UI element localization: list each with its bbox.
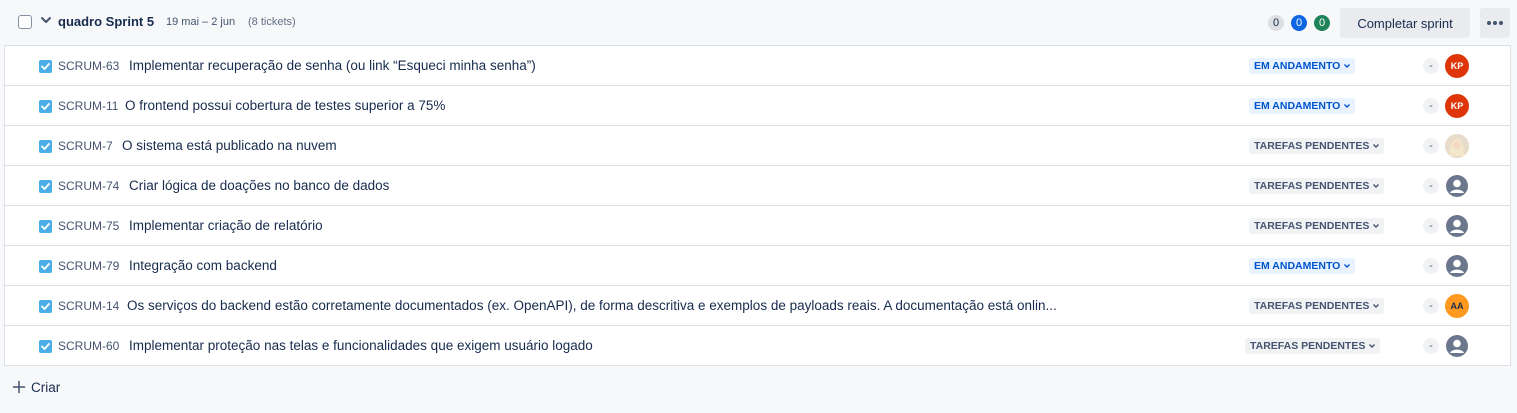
more-actions-button[interactable]	[1480, 8, 1510, 38]
chevron-down-icon	[1373, 144, 1380, 148]
status-dropdown[interactable]: TAREFAS PENDENTES	[1249, 218, 1385, 234]
story-points-badge[interactable]: -	[1423, 218, 1439, 234]
story-checkbox-icon	[39, 220, 52, 233]
issue-key[interactable]: SCRUM-74	[58, 179, 119, 193]
unassigned-avatar-icon[interactable]	[1445, 254, 1469, 278]
more-horizontal-icon	[1487, 21, 1503, 25]
status-label: TAREFAS PENDENTES	[1250, 340, 1366, 352]
issue-summary[interactable]: Criar lógica de doações no banco de dado…	[129, 178, 389, 193]
story-checkbox-icon	[39, 140, 52, 153]
in-progress-count-badge: 0	[1291, 15, 1307, 31]
chevron-down-icon	[1373, 224, 1380, 228]
story-checkbox-icon	[39, 180, 52, 193]
plus-icon	[12, 380, 26, 394]
story-checkbox-icon	[39, 340, 52, 353]
issue-row[interactable]: SCRUM-75 Implementar criação de relatóri…	[5, 206, 1510, 246]
issue-summary[interactable]: Implementar proteção nas telas e funcion…	[129, 338, 593, 353]
chevron-down-icon[interactable]	[40, 14, 52, 26]
assignee-avatar[interactable]: KP	[1445, 54, 1469, 78]
chevron-down-icon	[1369, 344, 1376, 348]
story-checkbox-icon	[39, 260, 52, 273]
issue-key[interactable]: SCRUM-14	[58, 299, 119, 313]
unassigned-avatar-icon[interactable]	[1445, 334, 1469, 358]
status-label: EM ANDAMENTO	[1254, 60, 1341, 72]
chevron-down-icon	[1344, 64, 1351, 68]
done-count-badge: 0	[1314, 15, 1330, 31]
assignee-avatar[interactable]: AA	[1445, 294, 1469, 318]
issue-key[interactable]: SCRUM-11	[58, 99, 118, 113]
issue-summary[interactable]: O frontend possui cobertura de testes su…	[125, 98, 445, 113]
status-dropdown[interactable]: EM ANDAMENTO	[1249, 58, 1356, 74]
sprint-name[interactable]: quadro Sprint 5	[58, 14, 154, 29]
unassigned-avatar-icon[interactable]	[1445, 214, 1469, 238]
story-points-badge[interactable]: -	[1423, 298, 1439, 314]
story-checkbox-icon	[39, 300, 52, 313]
assignee-avatar[interactable]: KP	[1445, 94, 1469, 118]
complete-sprint-button[interactable]: Completar sprint	[1340, 8, 1470, 38]
story-checkbox-icon	[39, 60, 52, 73]
issue-key[interactable]: SCRUM-60	[58, 339, 119, 353]
sprint-dates: 19 mai – 2 jun	[166, 16, 236, 28]
chevron-down-icon	[1344, 104, 1351, 108]
issue-row[interactable]: SCRUM-79 Integração com backend EM ANDAM…	[5, 246, 1510, 286]
story-points-badge[interactable]: -	[1423, 58, 1439, 74]
issue-summary[interactable]: O sistema está publicado na nuvem	[122, 138, 337, 153]
issue-summary[interactable]: Implementar criação de relatório	[129, 218, 323, 233]
issue-list: SCRUM-63 Implementar recuperação de senh…	[4, 45, 1511, 366]
status-dropdown[interactable]: TAREFAS PENDENTES	[1249, 178, 1385, 194]
status-dropdown[interactable]: TAREFAS PENDENTES	[1245, 338, 1381, 354]
unassigned-avatar-icon[interactable]	[1445, 174, 1469, 198]
status-label: EM ANDAMENTO	[1254, 100, 1341, 112]
todo-count-badge: 0	[1268, 15, 1284, 31]
chevron-down-icon	[1373, 184, 1380, 188]
issue-summary[interactable]: Integração com backend	[129, 258, 277, 273]
status-dropdown[interactable]: TAREFAS PENDENTES	[1249, 298, 1385, 314]
issue-row[interactable]: SCRUM-63 Implementar recuperação de senh…	[5, 46, 1510, 86]
chevron-down-icon	[1344, 264, 1351, 268]
issue-summary[interactable]: Os serviços do backend estão corretament…	[127, 298, 1057, 313]
story-checkbox-icon	[39, 100, 52, 113]
status-label: EM ANDAMENTO	[1254, 260, 1341, 272]
status-dropdown[interactable]: EM ANDAMENTO	[1249, 258, 1356, 274]
issue-key[interactable]: SCRUM-79	[58, 259, 119, 273]
story-points-badge[interactable]: -	[1423, 138, 1439, 154]
issue-key[interactable]: SCRUM-75	[58, 219, 119, 233]
assignee-photo-avatar[interactable]	[1445, 134, 1469, 158]
create-issue-button[interactable]: Criar	[12, 376, 60, 398]
story-points-badge[interactable]: -	[1423, 338, 1439, 354]
story-points-badge[interactable]: -	[1423, 178, 1439, 194]
issue-row[interactable]: SCRUM-74 Criar lógica de doações no banc…	[5, 166, 1510, 206]
issue-key[interactable]: SCRUM-7	[58, 139, 113, 153]
chevron-down-icon	[1373, 304, 1380, 308]
status-dropdown[interactable]: EM ANDAMENTO	[1249, 98, 1356, 114]
sprint-ticket-count: (8 tickets)	[248, 16, 296, 28]
issue-row[interactable]: SCRUM-11 O frontend possui cobertura de …	[5, 86, 1510, 126]
status-dropdown[interactable]: TAREFAS PENDENTES	[1249, 138, 1385, 154]
issue-key[interactable]: SCRUM-63	[58, 59, 119, 73]
status-label: TAREFAS PENDENTES	[1254, 220, 1370, 232]
issue-summary[interactable]: Implementar recuperação de senha (ou lin…	[129, 58, 536, 73]
issue-row[interactable]: SCRUM-14 Os serviços do backend estão co…	[5, 286, 1510, 326]
issue-row[interactable]: SCRUM-60 Implementar proteção nas telas …	[5, 326, 1510, 366]
story-points-badge[interactable]: -	[1423, 258, 1439, 274]
sprint-select-checkbox[interactable]	[18, 15, 32, 29]
issue-row[interactable]: SCRUM-7 O sistema está publicado na nuve…	[5, 126, 1510, 166]
create-label: Criar	[31, 379, 61, 395]
story-points-badge[interactable]: -	[1423, 98, 1439, 114]
status-label: TAREFAS PENDENTES	[1254, 140, 1370, 152]
status-label: TAREFAS PENDENTES	[1254, 180, 1370, 192]
sprint-header: quadro Sprint 5 19 mai – 2 jun (8 ticket…	[0, 0, 1517, 45]
status-label: TAREFAS PENDENTES	[1254, 300, 1370, 312]
